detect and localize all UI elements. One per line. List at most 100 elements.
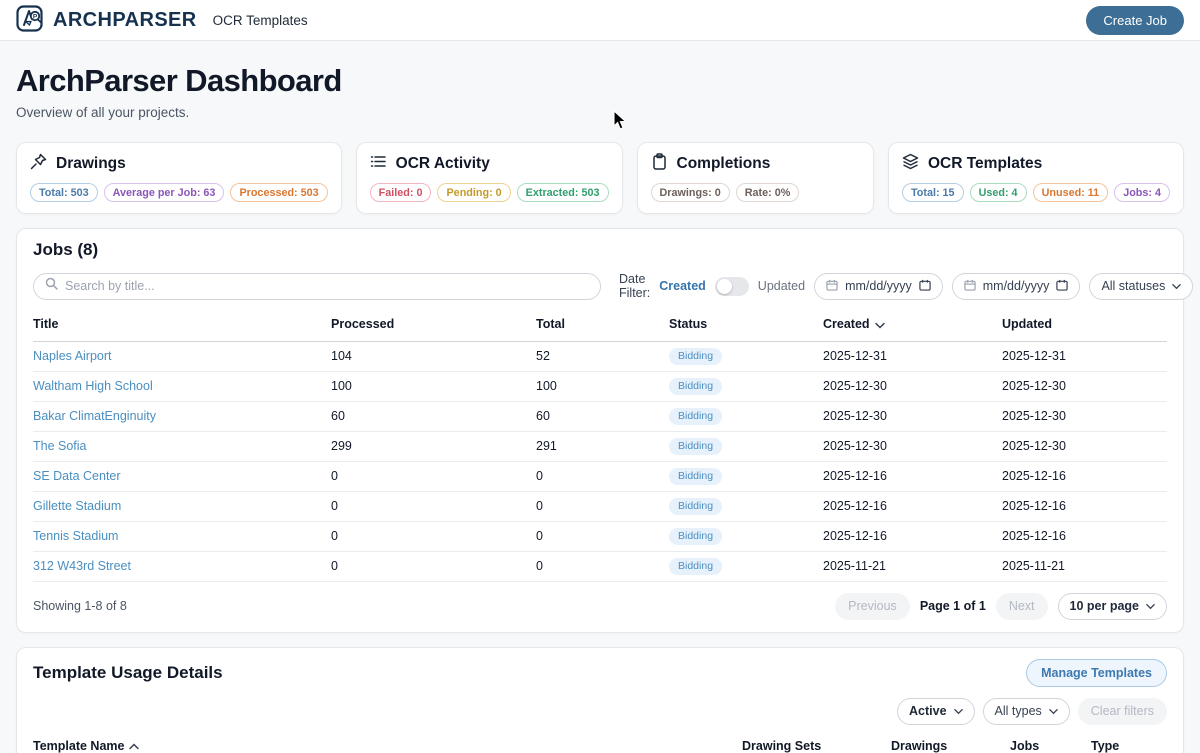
page-indicator: Page 1 of 1 <box>920 599 986 613</box>
job-title-link[interactable]: 312 W43rd Street <box>33 559 131 573</box>
job-created: 2025-12-16 <box>823 461 1002 491</box>
job-processed: 0 <box>331 521 536 551</box>
job-total: 100 <box>536 371 669 401</box>
col-header-drawings[interactable]: Drawings <box>891 735 1010 753</box>
table-row: Naples Airport 104 52 Bidding 2025-12-31… <box>33 341 1167 371</box>
calendar-picker-icon[interactable] <box>919 279 931 294</box>
job-processed: 0 <box>331 491 536 521</box>
jobs-search[interactable] <box>33 273 601 300</box>
job-total: 0 <box>536 461 669 491</box>
clipboard-icon <box>651 153 668 175</box>
job-created: 2025-12-16 <box>823 491 1002 521</box>
table-row: SE Data Center 0 0 Bidding 2025-12-16 20… <box>33 461 1167 491</box>
create-job-button[interactable]: Create Job <box>1086 6 1184 35</box>
stat-card-title: OCR Templates <box>928 155 1042 173</box>
col-header-processed[interactable]: Processed <box>331 313 536 341</box>
top-header: P ARCHPARSER OCR Templates Create Job <box>0 0 1200 41</box>
job-processed: 104 <box>331 341 536 371</box>
per-page-dropdown[interactable]: 10 per page <box>1058 593 1167 620</box>
job-title-link[interactable]: Tennis Stadium <box>33 529 118 543</box>
templates-table: Template Name Drawing Sets Drawings Jobs… <box>33 735 1167 753</box>
stat-badge: Failed: 0 <box>370 183 432 202</box>
stat-badge: Processed: 503 <box>230 183 327 202</box>
job-created: 2025-11-21 <box>823 551 1002 581</box>
per-page-value: 10 per page <box>1070 599 1139 613</box>
stat-badge: Pending: 0 <box>437 183 510 202</box>
col-header-template-name[interactable]: Template Name <box>33 735 742 753</box>
date-to-input[interactable]: mm/dd/yyyy <box>952 273 1081 300</box>
calendar-icon <box>964 279 976 294</box>
table-row: Gillette Stadium 0 0 Bidding 2025-12-16 … <box>33 491 1167 521</box>
job-updated: 2025-12-30 <box>1002 401 1167 431</box>
stat-badge: Total: 503 <box>30 183 98 202</box>
job-title-link[interactable]: SE Data Center <box>33 469 121 483</box>
page-title: ArchParser Dashboard <box>16 63 1184 99</box>
type-filter-dropdown[interactable]: All types <box>983 698 1070 725</box>
stat-card-title: Completions <box>677 155 771 173</box>
status-filter-dropdown[interactable]: All statuses <box>1089 273 1193 300</box>
date-from-input[interactable]: mm/dd/yyyy <box>814 273 943 300</box>
job-updated: 2025-12-30 <box>1002 431 1167 461</box>
stat-badge: Extracted: 503 <box>517 183 609 202</box>
job-total: 0 <box>536 521 669 551</box>
status-filter-value: All statuses <box>1101 279 1165 293</box>
search-icon <box>45 277 58 295</box>
table-row: The Sofia 299 291 Bidding 2025-12-30 202… <box>33 431 1167 461</box>
search-input[interactable] <box>65 279 589 293</box>
previous-page-button[interactable]: Previous <box>835 593 910 620</box>
manage-templates-button[interactable]: Manage Templates <box>1026 659 1167 687</box>
template-clear-filters-button[interactable]: Clear filters <box>1078 698 1167 725</box>
jobs-table: Title Processed Total Status Created Upd… <box>33 313 1167 582</box>
calendar-picker-icon[interactable] <box>1056 279 1068 294</box>
job-title-link[interactable]: Waltham High School <box>33 379 153 393</box>
stat-badge: Average per Job: 63 <box>104 183 225 202</box>
job-updated: 2025-12-16 <box>1002 491 1167 521</box>
showing-count: Showing 1-8 of 8 <box>33 599 127 613</box>
date-filter-created-label[interactable]: Created <box>659 279 706 293</box>
date-from-value: mm/dd/yyyy <box>845 279 912 293</box>
job-title-link[interactable]: Gillette Stadium <box>33 499 121 513</box>
col-header-drawing-sets[interactable]: Drawing Sets <box>742 735 891 753</box>
stat-badge: Drawings: 0 <box>651 183 730 202</box>
stat-badge: Total: 15 <box>902 183 964 202</box>
sort-chevron-down-icon <box>875 318 885 332</box>
stat-badge: Used: 4 <box>970 183 1027 202</box>
stat-card-title: OCR Activity <box>396 155 490 173</box>
status-badge: Bidding <box>669 408 722 425</box>
date-filter-updated-label[interactable]: Updated <box>758 279 805 293</box>
col-header-status[interactable]: Status <box>669 313 823 341</box>
job-total: 52 <box>536 341 669 371</box>
jobs-title: Jobs (8) <box>33 240 1167 260</box>
stat-card-completions: Completions Drawings: 0 Rate: 0% <box>637 142 874 214</box>
next-page-button[interactable]: Next <box>996 593 1048 620</box>
job-updated: 2025-11-21 <box>1002 551 1167 581</box>
job-created: 2025-12-30 <box>823 401 1002 431</box>
template-usage-title: Template Usage Details <box>33 663 223 683</box>
archparser-logo-icon: P <box>16 5 46 35</box>
active-filter-dropdown[interactable]: Active <box>897 698 975 725</box>
brand-name: ARCHPARSER <box>53 9 197 32</box>
chevron-down-icon <box>1146 599 1155 613</box>
job-processed: 299 <box>331 431 536 461</box>
svg-text:P: P <box>33 13 38 20</box>
job-title-link[interactable]: Bakar ClimatEnginuity <box>33 409 156 423</box>
col-header-total[interactable]: Total <box>536 313 669 341</box>
col-header-title[interactable]: Title <box>33 313 331 341</box>
job-created: 2025-12-31 <box>823 341 1002 371</box>
job-total: 60 <box>536 401 669 431</box>
stat-card-title: Drawings <box>56 155 126 173</box>
job-title-link[interactable]: Naples Airport <box>33 349 112 363</box>
job-total: 291 <box>536 431 669 461</box>
job-title-link[interactable]: The Sofia <box>33 439 87 453</box>
layers-icon <box>902 153 919 175</box>
status-badge: Bidding <box>669 468 722 485</box>
col-header-created[interactable]: Created <box>823 313 1002 341</box>
stat-badge: Rate: 0% <box>736 183 800 202</box>
stat-card-ocr-templates: OCR Templates Total: 15 Used: 4 Unused: … <box>888 142 1184 214</box>
col-header-updated[interactable]: Updated <box>1002 313 1167 341</box>
job-created: 2025-12-30 <box>823 371 1002 401</box>
col-header-type[interactable]: Type <box>1091 735 1167 753</box>
created-updated-toggle[interactable] <box>715 277 749 296</box>
col-header-jobs[interactable]: Jobs <box>1010 735 1091 753</box>
table-row: Waltham High School 100 100 Bidding 2025… <box>33 371 1167 401</box>
